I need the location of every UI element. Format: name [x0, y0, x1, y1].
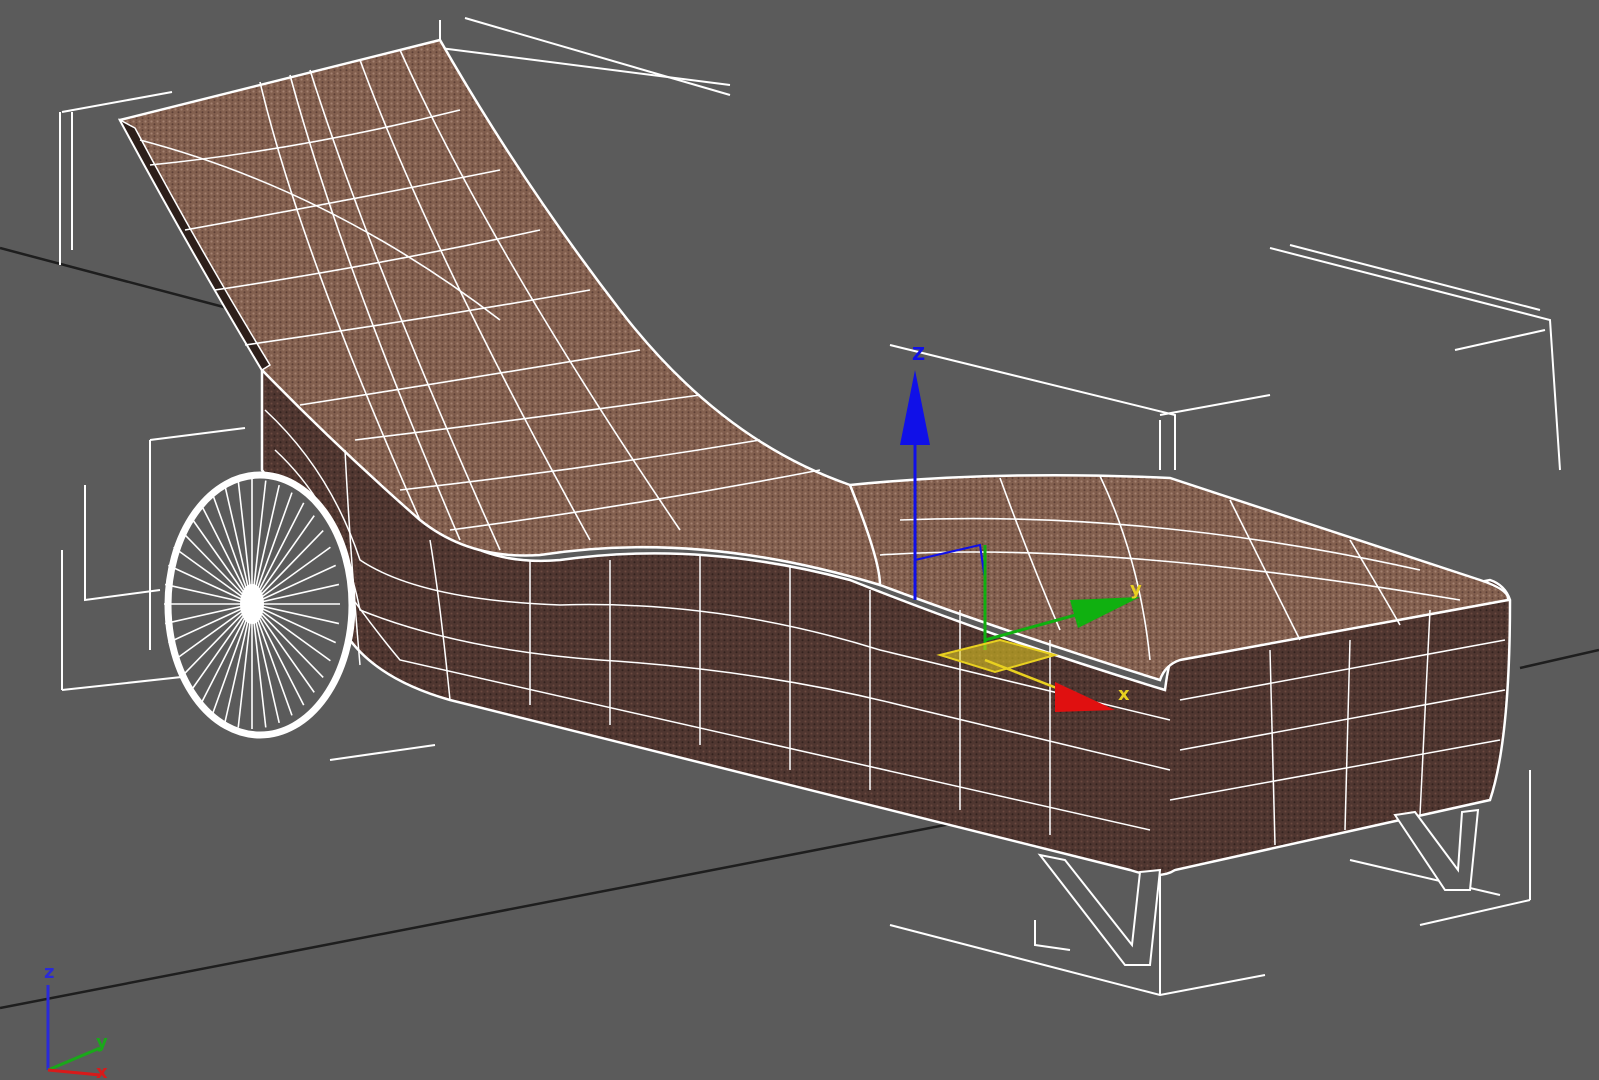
bracket [889, 924, 1266, 997]
tripod-y-label: y [96, 1032, 108, 1053]
tripod-x-label: x [96, 1062, 108, 1080]
bracket [61, 674, 201, 691]
bracket [329, 744, 436, 761]
bracket [1419, 899, 1531, 926]
bracket [149, 427, 246, 441]
bracket [1269, 247, 1561, 471]
gizmo-z-arrow[interactable] [900, 370, 930, 445]
viewport-scene[interactable]: Z y x z y x [0, 0, 1599, 1080]
gizmo-y-label: y [1130, 579, 1142, 600]
wheel-hub [240, 584, 264, 624]
grid-line [0, 793, 1101, 1010]
bracket [1159, 394, 1271, 416]
grid-line [1519, 648, 1599, 670]
axis-tripod-icon: z y x [44, 962, 108, 1080]
tripod-y-axis [47, 1046, 101, 1072]
bracket [84, 485, 161, 602]
gizmo-z-label: Z [912, 344, 925, 365]
rear-leg [1393, 808, 1480, 891]
bracket [1289, 244, 1541, 311]
tripod-x-axis [47, 1068, 101, 1077]
bracket [1349, 859, 1501, 896]
perspective-viewport[interactable]: Z y x z y x [0, 0, 1599, 1080]
bracket [1034, 920, 1071, 951]
chaise-lounge-model[interactable] [118, 38, 1512, 966]
tripod-z-label: z [44, 962, 54, 983]
gizmo-x-label: x [1118, 684, 1130, 705]
bracket [61, 91, 173, 113]
bracket [1454, 329, 1546, 351]
bracket [889, 344, 1176, 470]
lounge-wheel[interactable] [164, 471, 356, 739]
